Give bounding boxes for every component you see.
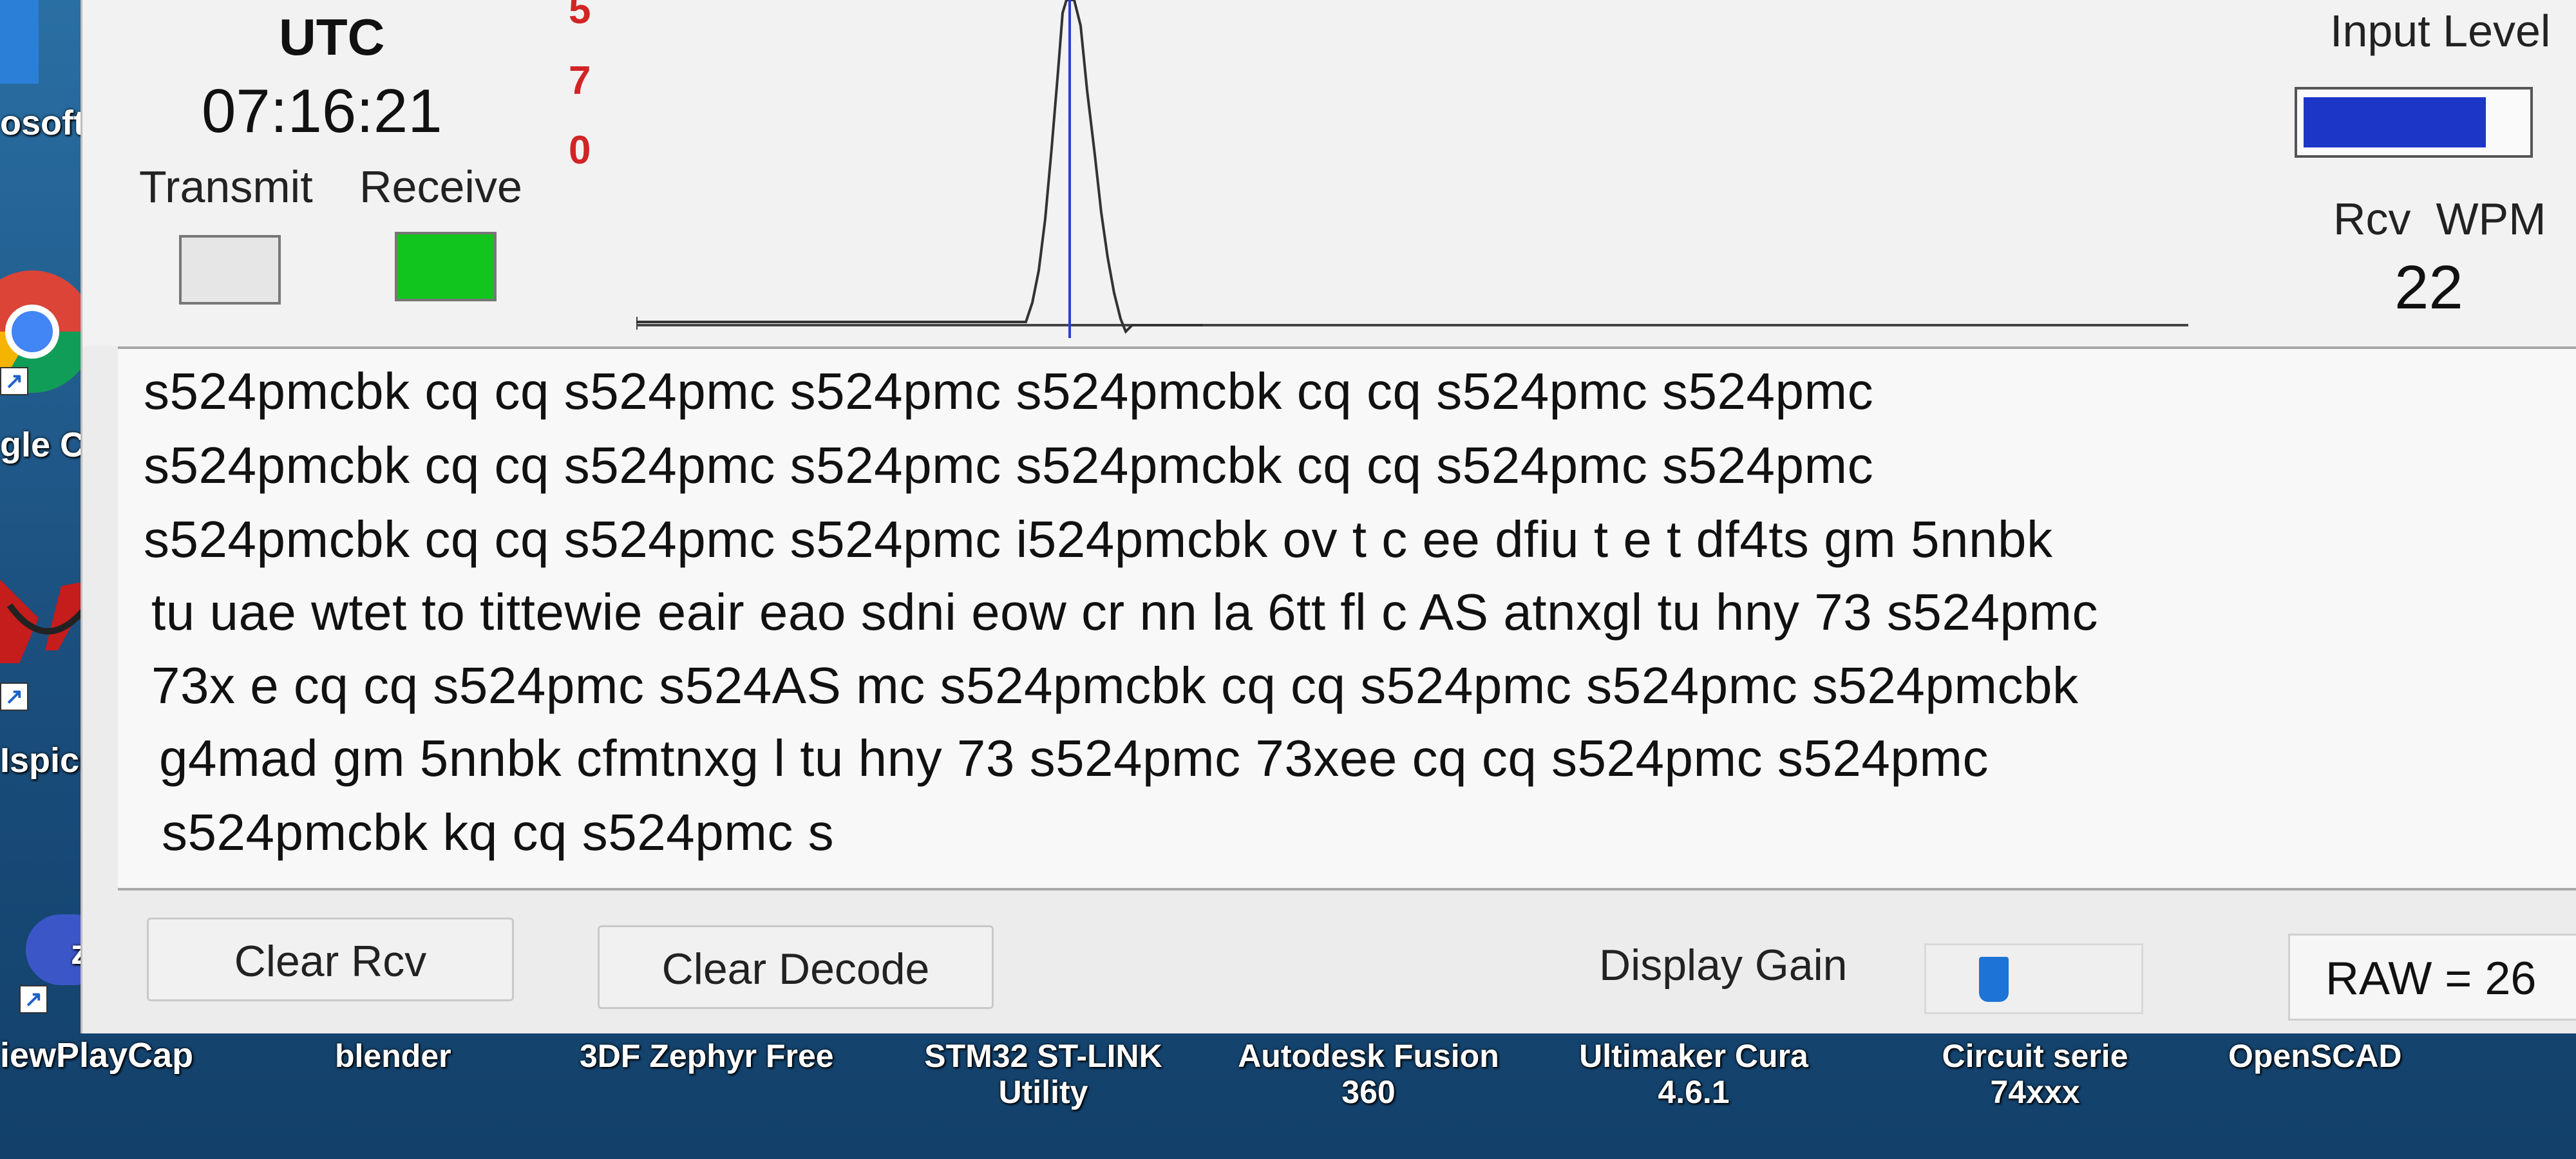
desktop-label-chrome: gle C	[0, 426, 86, 464]
desktop-label-microsoft: osoft	[0, 104, 85, 142]
decode-text-area[interactable]: s524pmcbk cq cq s524pmc s524pmc s524pmcb…	[118, 346, 2576, 890]
desktop-label-openscad[interactable]: OpenSCAD	[2228, 1038, 2401, 1074]
scale-digit: 7	[569, 59, 591, 103]
spectrum-display[interactable]	[636, 0, 2195, 346]
status-panel: UTC 07:16:21 Transmit Receive 5 7 0 Inpu…	[82, 0, 2576, 346]
desktop-label-circuit-serie[interactable]: Circuit serie 74xxx	[1893, 1038, 2177, 1110]
input-level-label: Input Level	[2330, 6, 2551, 56]
input-level-bar	[2304, 97, 2486, 147]
display-gain-slider[interactable]	[1924, 943, 2143, 1014]
decode-line: tu uae wtet to tittewie eair eao sdni eo…	[151, 583, 2098, 641]
clear-decode-button[interactable]: Clear Decode	[598, 925, 994, 1009]
receive-label: Receive	[359, 162, 522, 212]
scale-digit: 5	[569, 0, 591, 32]
microsoft-icon	[0, 0, 39, 84]
decode-line: 73x e cq cq s524pmc s524AS mc s524pmcbk …	[151, 657, 2079, 714]
raw-value-display: RAW = 26	[2288, 934, 2576, 1021]
desktop-label-viewplaycap[interactable]: iewPlayCap	[0, 1035, 193, 1075]
decode-line: s524pmcbk cq cq s524pmc s524pmc i524pmcb…	[144, 511, 2053, 568]
decode-line: s524pmcbk cq cq s524pmc s524pmc s524pmcb…	[144, 437, 1874, 494]
decode-line: s524pmcbk kq cq s524pmc s	[162, 804, 835, 861]
transmit-label: Transmit	[139, 162, 313, 212]
transmit-indicator	[179, 235, 281, 305]
desktop-label-stm32-utility[interactable]: STM32 ST-LINK Utility	[902, 1038, 1185, 1110]
display-gain-label: Display Gain	[1599, 941, 1848, 990]
rcv-label: Rcv	[2333, 194, 2411, 244]
utc-title: UTC	[279, 8, 385, 66]
receive-indicator	[395, 232, 497, 301]
shortcut-arrow-icon: ↗	[0, 683, 28, 711]
clear-rcv-button[interactable]: Clear Rcv	[147, 918, 514, 1001]
rcv-wpm-label: Rcv WPM	[2333, 193, 2546, 245]
desktop-label-fusion360[interactable]: Autodesk Fusion 360	[1217, 1038, 1520, 1110]
shortcut-arrow-icon: ↗	[19, 985, 48, 1013]
display-gain-slider-thumb[interactable]	[1979, 957, 2009, 1002]
rcv-wpm-value: 22	[2394, 253, 2463, 322]
utc-clock: 07:16:21	[202, 77, 442, 146]
cw-decoder-window: UTC 07:16:21 Transmit Receive 5 7 0 Inpu…	[80, 0, 2576, 1033]
desktop-label-ultimaker-cura[interactable]: Ultimaker Cura 4.6.1	[1552, 1038, 1835, 1110]
wpm-label: WPM	[2436, 194, 2546, 244]
input-level-meter	[2295, 87, 2533, 158]
decode-line: s524pmcbk cq cq s524pmc s524pmc s524pmcb…	[144, 363, 1874, 420]
shortcut-arrow-icon: ↗	[0, 367, 28, 395]
scale-digit: 0	[569, 128, 591, 173]
decode-line: g4mad gm 5nnbk cfmtnxg l tu hny 73 s524p…	[159, 730, 1989, 787]
desktop-label-3df-zephyr[interactable]: 3DF Zephyr Free	[580, 1038, 834, 1074]
desktop-label-blender[interactable]: blender	[335, 1038, 451, 1074]
